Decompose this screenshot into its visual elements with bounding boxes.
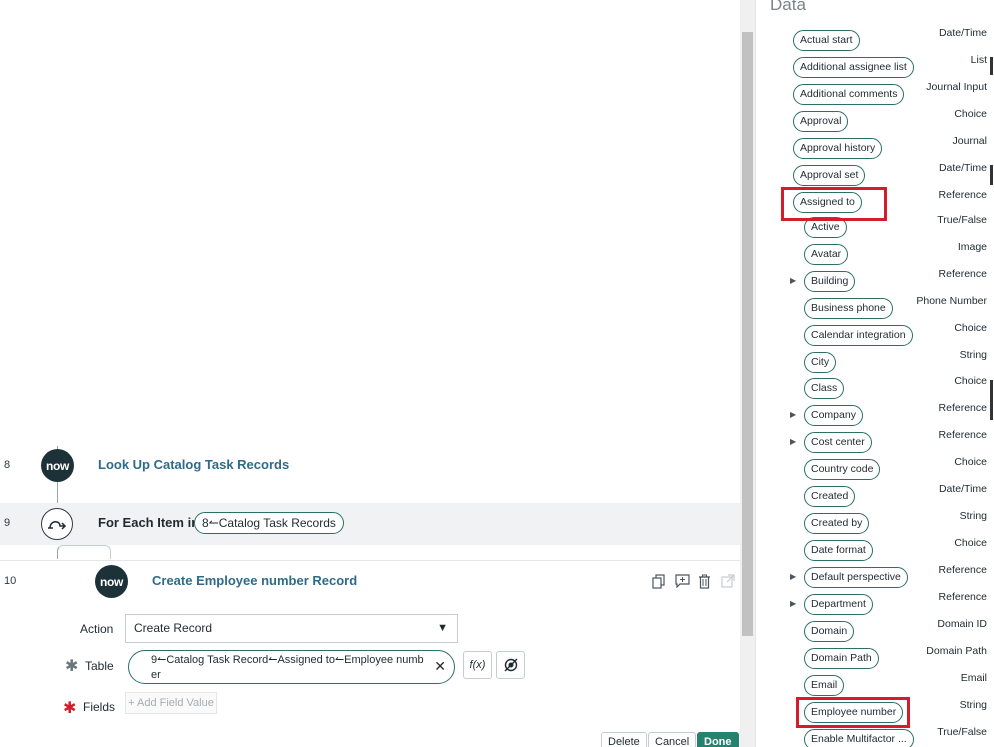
- highlight-box-assigned-to: [781, 187, 887, 221]
- data-pill[interactable]: Department: [804, 594, 873, 615]
- list-item[interactable]: Enable Multifactor ... True/False: [0, 726, 994, 747]
- list-item[interactable]: Class Choice: [0, 375, 994, 400]
- data-type-label: String: [959, 510, 987, 522]
- list-item[interactable]: Calendar integration Choice: [0, 322, 994, 347]
- list-item[interactable]: Country code Choice: [0, 456, 994, 481]
- list-item[interactable]: Approval set Date/Time: [0, 162, 994, 187]
- data-type-label: Reference: [938, 268, 987, 280]
- data-type-label: Reference: [938, 189, 987, 201]
- list-item[interactable]: ▶ Department Reference: [0, 591, 994, 616]
- data-type-label: Journal: [952, 135, 987, 147]
- list-item[interactable]: ▶ Default perspective Reference: [0, 564, 994, 589]
- data-type-label: Reference: [938, 591, 987, 603]
- expand-triangle-icon[interactable]: ▶: [790, 437, 796, 446]
- data-type-label: Date/Time: [938, 162, 987, 174]
- list-item[interactable]: Approval Choice: [0, 108, 994, 133]
- flow-designer-screen: { "flow": { "step8": { "number": "8", "i…: [0, 0, 994, 747]
- expand-triangle-icon[interactable]: ▶: [790, 410, 796, 419]
- data-pill[interactable]: Enable Multifactor ...: [804, 729, 914, 747]
- list-item[interactable]: Created Date/Time: [0, 483, 994, 508]
- data-type-label: Reference: [938, 429, 987, 441]
- data-pill[interactable]: Default perspective: [804, 567, 908, 588]
- data-type-label: Image: [957, 241, 987, 253]
- data-type-label: List: [970, 54, 987, 66]
- expand-triangle-icon[interactable]: ▶: [790, 572, 796, 581]
- data-pill[interactable]: Cost center: [804, 432, 872, 453]
- list-item[interactable]: City String: [0, 349, 994, 374]
- data-pill[interactable]: Approval: [793, 111, 849, 132]
- data-type-label: Journal Input: [926, 81, 987, 93]
- data-type-label: Reference: [938, 402, 987, 414]
- data-pill[interactable]: Created: [804, 486, 856, 507]
- data-type-label: Choice: [954, 456, 987, 468]
- list-item[interactable]: Business phone Phone Number: [0, 295, 994, 320]
- data-pill[interactable]: Email: [804, 675, 845, 696]
- data-pill[interactable]: Avatar: [804, 244, 849, 265]
- list-item[interactable]: ▶ Company Reference: [0, 402, 994, 427]
- list-item[interactable]: Created by String: [0, 510, 994, 535]
- data-pill[interactable]: Class: [804, 378, 845, 399]
- data-pill[interactable]: Date format: [804, 540, 873, 561]
- data-panel-title: Data: [770, 0, 806, 14]
- list-item[interactable]: ▶ Cost center Reference: [0, 429, 994, 454]
- data-pill[interactable]: Approval set: [793, 165, 866, 186]
- data-type-label: Phone Number: [916, 295, 987, 307]
- list-item[interactable]: Approval history Journal: [0, 135, 994, 160]
- data-type-label: String: [959, 699, 987, 711]
- data-type-label: Choice: [954, 375, 987, 387]
- expand-triangle-icon[interactable]: ▶: [790, 599, 796, 608]
- data-pill[interactable]: Calendar integration: [804, 325, 913, 346]
- data-type-label: Date/Time: [938, 27, 987, 39]
- data-pill[interactable]: Country code: [804, 459, 881, 480]
- data-pill[interactable]: Actual start: [793, 30, 860, 51]
- expand-triangle-icon[interactable]: ▶: [790, 276, 796, 285]
- list-item[interactable]: Domain Domain ID: [0, 618, 994, 643]
- data-type-label: True/False: [937, 214, 987, 226]
- data-pill[interactable]: Business phone: [804, 298, 893, 319]
- data-pill[interactable]: City: [804, 352, 837, 373]
- list-item[interactable]: ▶ Building Reference: [0, 268, 994, 293]
- data-type-label: Email: [960, 672, 987, 684]
- data-pill[interactable]: Created by: [804, 513, 870, 534]
- data-type-label: Date/Time: [938, 483, 987, 495]
- data-pill[interactable]: Building: [804, 271, 856, 292]
- list-item[interactable]: Email Email: [0, 672, 994, 697]
- list-item[interactable]: Additional assignee list List: [0, 54, 994, 79]
- data-type-label: True/False: [937, 726, 987, 738]
- list-item[interactable]: Avatar Image: [0, 241, 994, 266]
- data-pill[interactable]: Company: [804, 405, 863, 426]
- data-pill[interactable]: Additional assignee list: [793, 57, 914, 78]
- data-pill[interactable]: Domain: [804, 621, 855, 642]
- data-type-label: Choice: [954, 537, 987, 549]
- list-item[interactable]: Date format Choice: [0, 537, 994, 562]
- data-type-label: Domain ID: [937, 618, 987, 630]
- data-type-label: Domain Path: [926, 645, 987, 657]
- data-pill[interactable]: Domain Path: [804, 648, 879, 669]
- data-pill[interactable]: Additional comments: [793, 84, 905, 105]
- highlight-box-employee-number: [796, 697, 910, 728]
- list-item[interactable]: Additional comments Journal Input: [0, 81, 994, 106]
- data-type-label: Reference: [938, 564, 987, 576]
- data-type-label: Choice: [954, 322, 987, 334]
- data-type-label: Choice: [954, 108, 987, 120]
- list-item[interactable]: Domain Path Domain Path: [0, 645, 994, 670]
- data-type-label: String: [959, 349, 987, 361]
- list-item[interactable]: Actual start Date/Time: [0, 27, 994, 52]
- data-pill[interactable]: Approval history: [793, 138, 883, 159]
